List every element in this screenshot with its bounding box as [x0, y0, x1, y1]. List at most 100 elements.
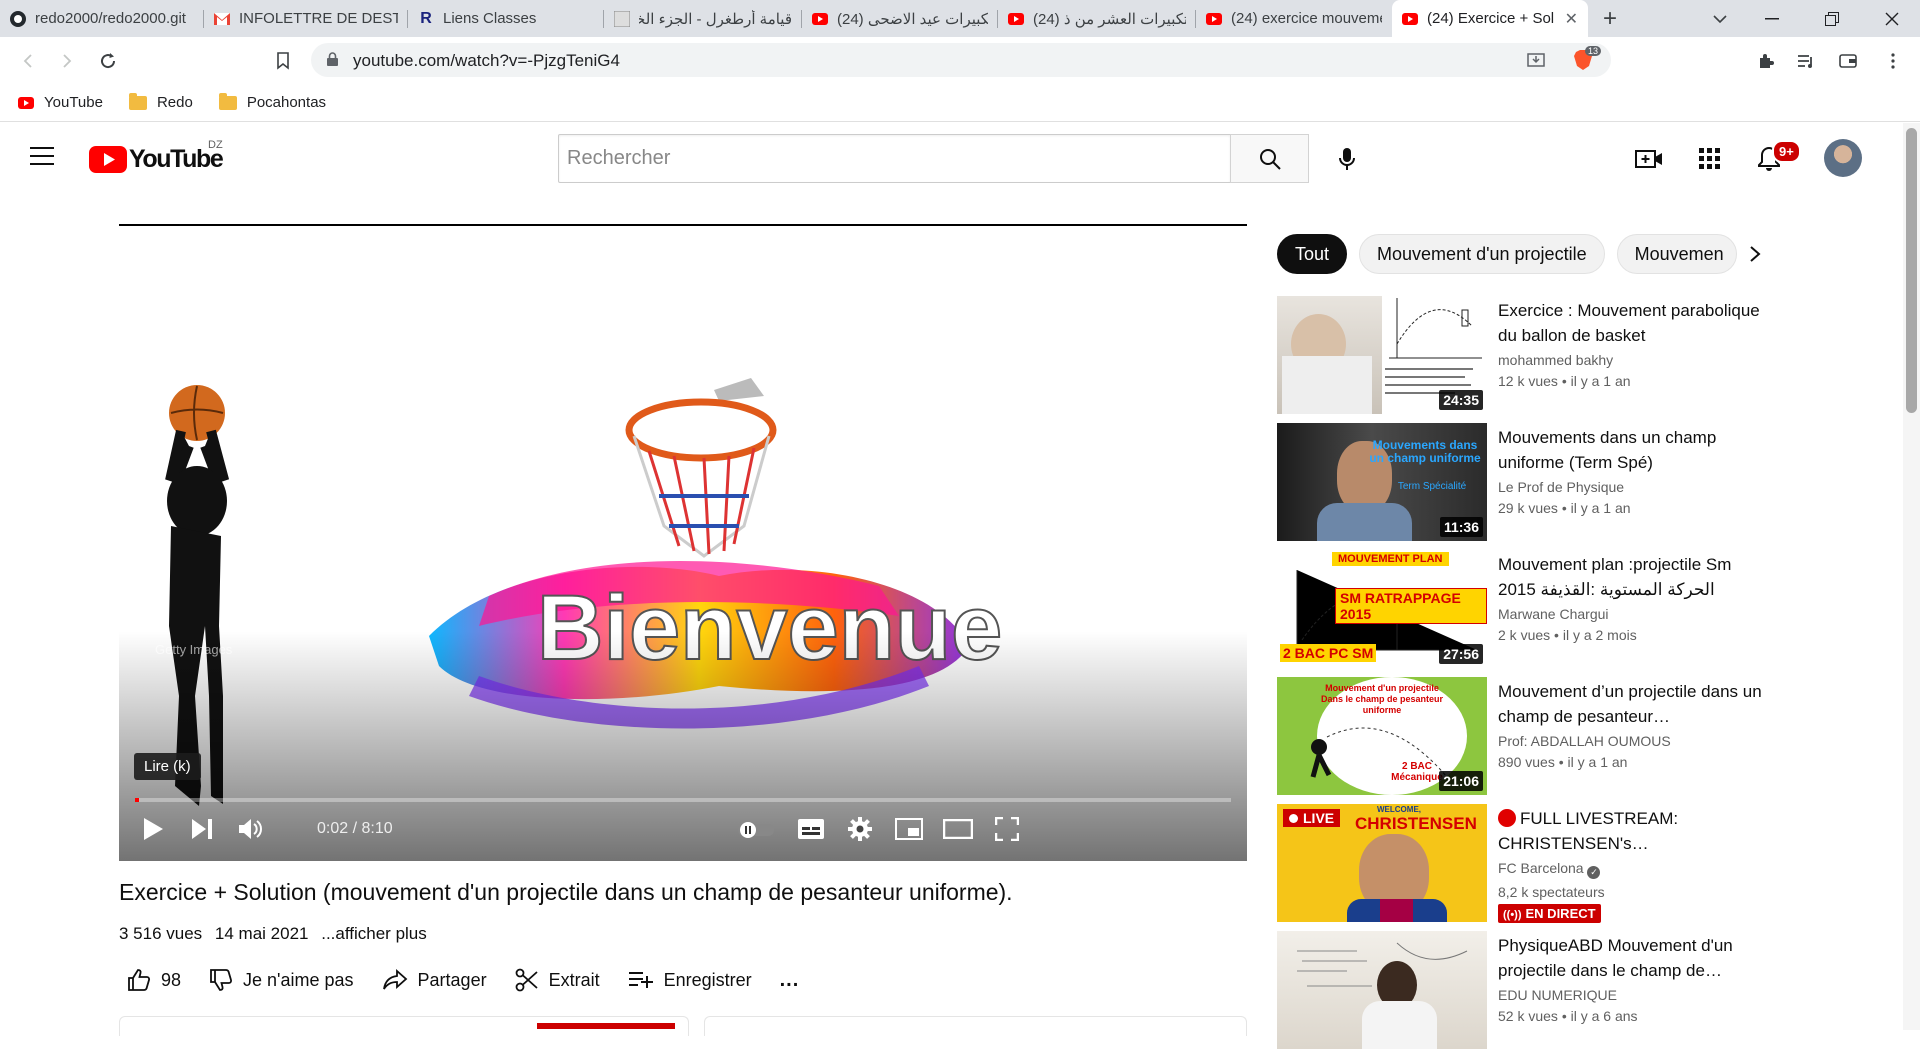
- related-video[interactable]: PhysiqueABD Mouvement d'un projectile da…: [1277, 931, 1767, 1058]
- show-more-link[interactable]: ...afficher plus: [321, 924, 427, 943]
- like-count: 98: [161, 969, 182, 990]
- share-icon: [382, 969, 407, 990]
- related-video[interactable]: MOUVEMENT PLAN SM RATRAPPAGE 2015 2 BAC …: [1277, 550, 1767, 677]
- channel-name[interactable]: Prof: ABDALLAH OUMOUS: [1498, 733, 1768, 749]
- bookmark-icon[interactable]: [265, 43, 301, 79]
- related-video[interactable]: Mouvements dans un champ uniforme Term S…: [1277, 423, 1767, 550]
- scrollbar-thumb[interactable]: [1906, 128, 1917, 413]
- forward-icon[interactable]: [49, 43, 85, 79]
- related-video[interactable]: LIVE WELCOME, CHRISTENSEN FULL LIVESTREA…: [1277, 804, 1767, 931]
- avatar[interactable]: [1824, 139, 1862, 177]
- voice-search-button[interactable]: [1325, 137, 1369, 181]
- share-button[interactable]: Partager: [382, 969, 487, 991]
- autoplay-toggle-icon: [738, 822, 774, 838]
- close-window-icon[interactable]: [1862, 0, 1920, 37]
- channel-name[interactable]: Le Prof de Physique: [1498, 479, 1768, 495]
- apps-grid-icon[interactable]: [1694, 143, 1726, 175]
- youtube-icon: [1402, 11, 1418, 27]
- video-stats: 12 k vues • il y a 1 an: [1498, 373, 1631, 389]
- extensions-icon[interactable]: [1748, 43, 1784, 79]
- browser-tab[interactable]: (24) تكبيرات عيد الاضحى: [802, 0, 998, 37]
- close-tab-icon[interactable]: ✕: [1565, 9, 1578, 29]
- create-video-icon[interactable]: [1633, 143, 1665, 175]
- browser-tab[interactable]: R Liens Classes: [408, 0, 604, 37]
- youtube-logo[interactable]: YouTube DZ: [89, 139, 224, 174]
- viewer-count: 8,2 k spectateurs: [1498, 884, 1605, 900]
- search-button[interactable]: [1230, 134, 1309, 183]
- browser-tab[interactable]: قيامة أرطغرل - الجزء الخا: [604, 0, 802, 37]
- bookmark-redo[interactable]: Redo: [128, 92, 193, 111]
- channel-name[interactable]: mohammed bakhy: [1498, 352, 1768, 368]
- restore-icon[interactable]: [1802, 0, 1862, 37]
- related-video-title: Mouvement d’un projectile dans un champ …: [1498, 682, 1762, 726]
- theater-mode-button[interactable]: [938, 809, 978, 849]
- youtube-icon: [1206, 11, 1222, 27]
- bookmark-pocahontas[interactable]: Pocahontas: [218, 92, 326, 111]
- fullscreen-button[interactable]: [987, 809, 1027, 849]
- settings-button[interactable]: [840, 809, 880, 849]
- video-thumbnail[interactable]: Mouvements dans un champ uniforme Term S…: [1277, 423, 1487, 541]
- channel-name[interactable]: Marwane Chargui: [1498, 606, 1768, 622]
- lock-icon: [327, 52, 338, 69]
- clip-button[interactable]: Extrait: [515, 968, 600, 992]
- video-player[interactable]: Bienvenue Getty Images Lire (k) 0:02 / 8…: [119, 224, 1247, 861]
- related-video[interactable]: Mouvement d'un projectile Dans le champ …: [1277, 677, 1767, 804]
- subtitles-icon: [798, 819, 824, 839]
- video-thumbnail[interactable]: MOUVEMENT PLAN SM RATRAPPAGE 2015 2 BAC …: [1277, 550, 1487, 668]
- page-scrollbar[interactable]: [1903, 123, 1920, 1030]
- channel-name[interactable]: FC Barcelona ✓: [1498, 860, 1768, 879]
- related-video-title: Mouvements dans un champ uniforme (Term …: [1498, 428, 1717, 472]
- tab-search-icon[interactable]: [1690, 0, 1750, 37]
- progress-bar[interactable]: [135, 798, 1231, 802]
- video-thumbnail[interactable]: LIVE WELCOME, CHRISTENSEN: [1277, 804, 1487, 922]
- browser-tab[interactable]: (24) تكبيرات العشر من ذ: [998, 0, 1196, 37]
- more-actions-button[interactable]: ...: [780, 969, 800, 992]
- address-toolbar: youtube.com/watch?v=-PjzgTeniG4 13: [0, 37, 1920, 84]
- dislike-button[interactable]: Je n'aime pas: [209, 968, 354, 992]
- video-thumbnail[interactable]: 24:35: [1277, 296, 1487, 414]
- browser-tab[interactable]: redo2000/redo2000.git: [0, 0, 204, 37]
- new-tab-button[interactable]: +: [1588, 0, 1632, 37]
- thumbs-down-icon: [210, 969, 233, 991]
- basketball-hoop: [625, 378, 777, 558]
- wallet-icon[interactable]: [1830, 43, 1866, 79]
- subtitles-button[interactable]: [791, 809, 831, 849]
- reload-icon[interactable]: [90, 43, 126, 79]
- autoplay-toggle[interactable]: [736, 809, 776, 849]
- browser-tab[interactable]: (24) exercice mouveme: [1196, 0, 1392, 37]
- miniplayer-button[interactable]: [889, 809, 929, 849]
- chip-projectile[interactable]: Mouvement d'un projectile: [1359, 234, 1605, 274]
- time-display: 0:02 / 8:10: [317, 820, 393, 837]
- omnibox[interactable]: youtube.com/watch?v=-PjzgTeniG4: [311, 43, 1611, 77]
- save-button[interactable]: Enregistrer: [628, 970, 752, 991]
- progress-played: [135, 798, 140, 802]
- bookmark-youtube[interactable]: YouTube: [18, 94, 103, 111]
- related-video-title: Mouvement plan :projectile Sm 2015 الحرك…: [1498, 555, 1732, 599]
- chip-mouvement[interactable]: Mouvemen: [1616, 234, 1737, 274]
- video-stats: 890 vues • il y a 1 an: [1498, 754, 1628, 770]
- related-video[interactable]: 24:35 Exercice : Mouvement parabolique d…: [1277, 296, 1767, 423]
- media-icon[interactable]: [1788, 43, 1824, 79]
- next-button[interactable]: [182, 809, 222, 849]
- browser-tab-active[interactable]: (24) Exercice + Sol ✕: [1392, 0, 1588, 37]
- install-icon[interactable]: [1527, 51, 1545, 74]
- thumbs-up-icon: [128, 969, 151, 991]
- video-thumbnail[interactable]: Mouvement d'un projectile Dans le champ …: [1277, 677, 1487, 795]
- menu-icon[interactable]: [1875, 43, 1911, 79]
- search-box[interactable]: [558, 134, 1231, 183]
- chip-next-arrow-icon[interactable]: [1735, 234, 1775, 274]
- hamburger-menu-icon[interactable]: [30, 147, 54, 170]
- browser-tab[interactable]: INFOLETTRE DE DESTIN: [204, 0, 408, 37]
- like-button[interactable]: 98: [127, 968, 181, 992]
- minimize-icon[interactable]: [1742, 0, 1802, 37]
- channel-name[interactable]: EDU NUMERIQUE: [1498, 987, 1768, 1003]
- live-thumb-badge: LIVE: [1283, 809, 1341, 827]
- video-thumbnail[interactable]: [1277, 931, 1487, 1049]
- search-icon: [1259, 148, 1281, 170]
- play-button[interactable]: [133, 809, 173, 849]
- volume-button[interactable]: [231, 809, 271, 849]
- chip-all[interactable]: Tout: [1277, 234, 1348, 274]
- back-icon[interactable]: [10, 43, 46, 79]
- search-input[interactable]: [559, 135, 1230, 182]
- brave-shield-icon[interactable]: 13: [1573, 46, 1602, 73]
